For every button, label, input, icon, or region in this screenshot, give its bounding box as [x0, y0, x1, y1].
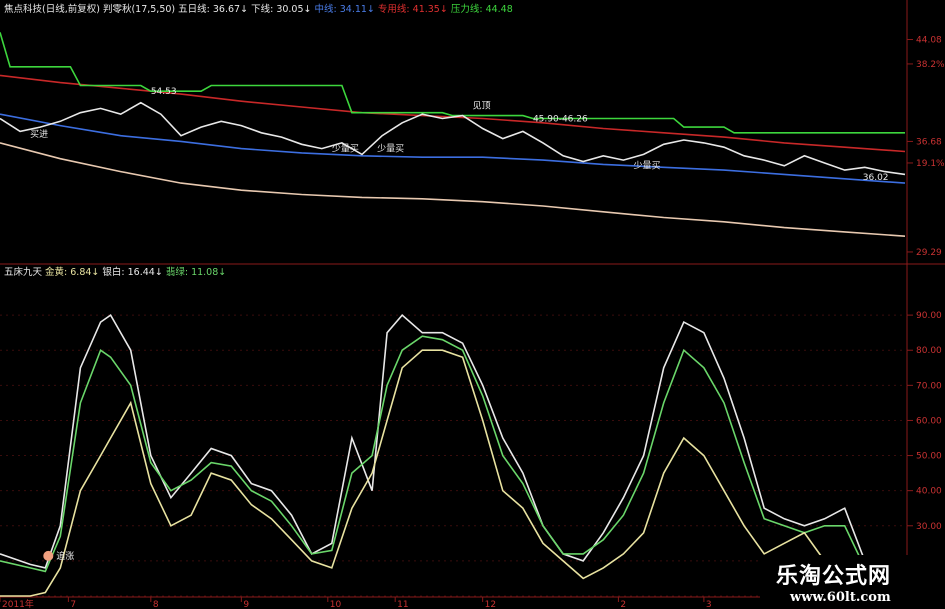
y-tick-label: 40.00 [916, 487, 942, 497]
price-annotation: 少量买 [332, 143, 359, 154]
panel-header: 焦点科技(日线,前复权) 判零秋(17,5,50) 五日线: 36.67↓ 下线… [4, 3, 513, 15]
signal-dot [43, 550, 54, 561]
price-panel [0, 32, 906, 237]
header-label: 翡绿: [166, 266, 191, 278]
stock-chart: 买进少量买少量买少量买见顶54.5345.90-46.2636.02 追涨 20… [0, 0, 945, 609]
header-value: 16.44↓ [128, 267, 166, 278]
header-title: 判零秋(17,5,50) [103, 3, 178, 15]
header-label: 下线: [251, 3, 276, 15]
y-tick-label: 38.2% [916, 60, 945, 70]
y-tick-label: 44.08 [916, 36, 942, 46]
price-annotation: 见顶 [473, 100, 491, 111]
panel-headers: 焦点科技(日线,前复权) 判零秋(17,5,50) 五日线: 36.67↓ 下线… [4, 3, 513, 278]
grid-lines [0, 0, 945, 609]
price-annotation: 36.02 [863, 173, 889, 183]
header-value: 6.84↓ [70, 267, 102, 278]
header-label: 专用线: [378, 3, 413, 15]
header-value: 30.05↓ [276, 4, 314, 15]
header-label: 中线: [315, 3, 340, 15]
header-value: 11.08↓ [191, 267, 226, 278]
header-label: 压力线: [451, 3, 486, 15]
header-title: 五床九天 [4, 266, 45, 278]
x-tick-label: 12 [485, 600, 496, 609]
x-tick-label: 3 [706, 600, 712, 609]
header-label: 金黄: [45, 266, 70, 278]
x-tick-label: 8 [153, 600, 159, 609]
watermark-title: 乐淘公式网 [776, 564, 892, 589]
series-line-五日线 [0, 101, 906, 176]
header-value: 41.35↓ [413, 4, 451, 15]
y-tick-label: 60.00 [916, 416, 942, 426]
panel-header: 五床九天 金黄: 6.84↓ 银白: 16.44↓ 翡绿: 11.08↓ [4, 266, 226, 278]
watermark-url: www.60lt.com [790, 590, 891, 605]
price-annotation: 少量买 [377, 143, 404, 154]
chart-stage: 买进少量买少量买少量买见顶54.5345.90-46.2636.02 追涨 20… [0, 0, 945, 609]
price-annotation: 45.90-46.26 [533, 114, 588, 124]
x-tick-label: 2 [620, 600, 626, 609]
price-annotation: 买进 [30, 129, 48, 140]
series-line-中线 [0, 113, 906, 184]
header-value: 36.67↓ [213, 4, 251, 15]
y-tick-label: 30.00 [916, 522, 942, 532]
x-tick-label: 9 [243, 600, 249, 609]
y-tick-label: 50.00 [916, 452, 942, 462]
header-label: 五日线: [178, 3, 213, 15]
x-tick-label: 2011年 [2, 598, 34, 609]
y-tick-label: 80.00 [916, 346, 942, 356]
header-value: 34.11↓ [340, 4, 378, 15]
y-tick-label: 70.00 [916, 381, 942, 391]
y-tick-label: 36.68 [916, 137, 942, 147]
y-tick-label: 90.00 [916, 311, 942, 321]
header-title: 焦点科技(日线,前复权) [4, 3, 103, 15]
price-annotation: 54.53 [151, 87, 177, 97]
y-tick-label: 29.29 [916, 248, 942, 258]
x-tick-label: 7 [70, 600, 76, 609]
series-line-专用线 [0, 74, 906, 153]
header-label: 银白: [102, 266, 127, 278]
price-annotations: 买进少量买 少量买少量买见顶54.5345.90-46.2636.02 [30, 87, 888, 183]
x-tick-label: 11 [397, 600, 408, 609]
x-tick-label: 10 [330, 600, 342, 609]
oscillator-annotation: 追涨 [56, 550, 74, 562]
header-value: 44.48 [486, 4, 513, 15]
price-annotation: 少量买 [634, 161, 661, 172]
y-tick-label: 19.1% [916, 159, 945, 169]
